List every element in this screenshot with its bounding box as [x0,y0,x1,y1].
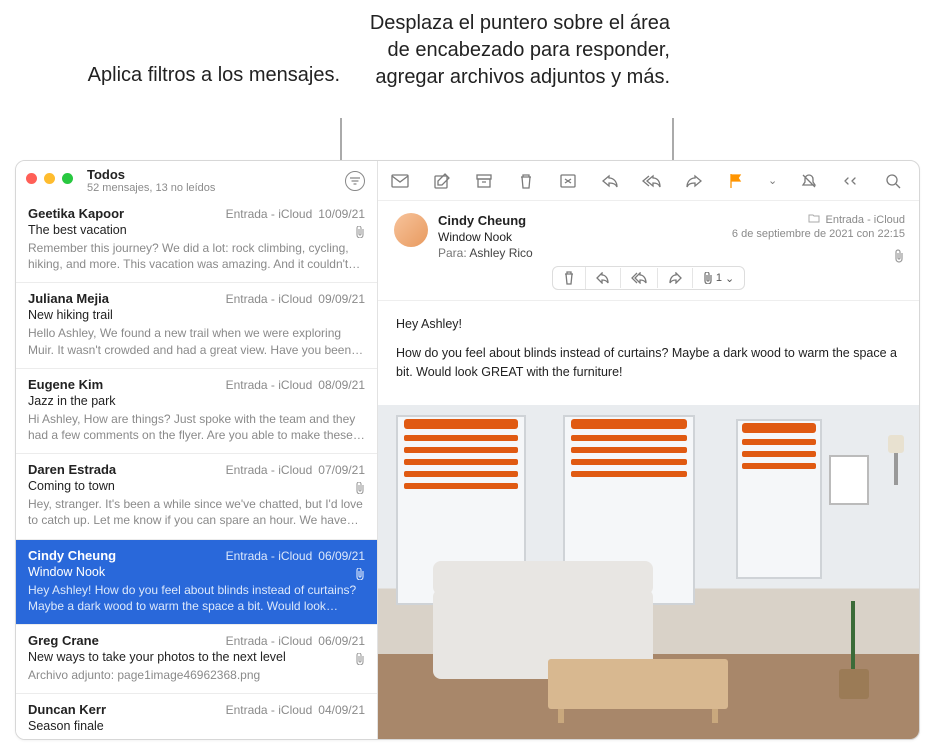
fullscreen-window-button[interactable] [62,173,73,184]
msg-preview: Hey Ashley! How do you feel about blinds… [28,582,365,614]
msg-mailbox: Entrada - iCloud [226,207,313,221]
mailbox-subtitle: 52 mensajes, 13 no leídos [87,182,215,194]
message-row[interactable]: Juliana Mejia Entrada - iCloud 09/09/21 N… [16,283,377,368]
archive-icon[interactable] [474,174,494,188]
msg-subject: Jazz in the park [28,394,365,408]
msg-preview: Hi Ashley, How are things? Just spoke wi… [28,411,365,443]
body-line-1: Hey Ashley! [396,315,901,334]
header-folder: Entrada - iCloud [826,214,906,226]
trash-icon[interactable] [516,173,536,189]
avatar [394,213,428,247]
callout-filter: Aplica filtros a los mensajes. [60,62,340,89]
paperclip-icon [355,482,365,497]
message-row[interactable]: Greg Crane Entrada - iCloud 06/09/21 New … [16,625,377,694]
msg-subject: The best vacation [28,223,365,237]
callout-header: Desplaza el puntero sobre el área de enc… [350,10,670,91]
message-row[interactable]: Eugene Kim Entrada - iCloud 08/09/21 Jazz… [16,369,377,454]
msg-mailbox: Entrada - iCloud [226,634,313,648]
msg-mailbox: Entrada - iCloud [226,703,313,717]
reply-icon[interactable] [600,174,620,188]
msg-mailbox: Entrada - iCloud [226,549,313,563]
paperclip-icon [355,226,365,241]
annotation-layer: Aplica filtros a los mensajes. Desplaza … [0,0,935,160]
msg-mailbox: Entrada - iCloud [226,463,313,477]
msg-mailbox: Entrada - iCloud [226,378,313,392]
paperclip-icon [355,568,365,583]
message-list-pane: Todos 52 mensajes, 13 no leídos Geetika … [16,161,378,739]
header-date: 6 de septiembre de 2021 con 22:15 [732,228,905,240]
msg-preview: Did you see the final episode last night… [28,736,365,739]
folder-icon [808,213,820,226]
body-line-2: How do you feel about blinds instead of … [396,344,901,382]
header-attachment-icon [893,249,905,266]
inline-image [378,405,919,739]
flag-icon[interactable] [726,173,746,189]
msg-mailbox: Entrada - iCloud [226,292,313,306]
msg-date: 04/09/21 [318,703,365,717]
msg-subject: Season finale [28,719,365,733]
ha-trash[interactable] [553,267,586,289]
reading-pane: ⌄ Cindy Cheung Window Nook Para: Ashley … [378,161,919,739]
toolbar: ⌄ [378,161,919,201]
window-controls [26,173,73,184]
to-name: Ashley Rico [469,246,532,260]
message-row[interactable]: Geetika Kapoor Entrada - iCloud10/09/21 … [16,198,377,283]
minimize-window-button[interactable] [44,173,55,184]
msg-preview: Remember this journey? We did a lot: roc… [28,240,365,272]
mute-icon[interactable] [799,173,819,189]
to-label: Para: [438,246,467,260]
flag-dropdown[interactable]: ⌄ [768,174,777,187]
msg-subject: Coming to town [28,479,365,493]
new-message-icon[interactable] [390,174,410,188]
more-icon[interactable] [841,176,861,186]
paperclip-icon [355,653,365,668]
msg-date: 06/09/21 [318,634,365,648]
close-window-button[interactable] [26,173,37,184]
reply-all-icon[interactable] [642,174,662,188]
ha-reply-all[interactable] [621,268,658,288]
junk-icon[interactable] [558,174,578,188]
compose-icon[interactable] [432,173,452,189]
mail-window: Todos 52 mensajes, 13 no leídos Geetika … [15,160,920,740]
ha-attach-count: 1 [716,272,722,284]
msg-from: Cindy Cheung [28,548,116,563]
ha-attachments[interactable]: 1⌄ [693,268,744,289]
message-row[interactable]: Duncan Kerr Entrada - iCloud 04/09/21 Sea… [16,694,377,739]
msg-date: 07/09/21 [318,463,365,477]
msg-from: Eugene Kim [28,377,103,392]
msg-from: Geetika Kapoor [28,206,124,221]
message-body: Hey Ashley! How do you feel about blinds… [378,301,919,405]
msg-from: Greg Crane [28,633,99,648]
msg-preview: Archivo adjunto: page1image46962368.png [28,667,365,683]
sidebar-header: Todos 52 mensajes, 13 no leídos [16,161,377,198]
msg-date: 09/09/21 [318,292,365,306]
header-hover-actions: 1⌄ [552,266,745,290]
message-row[interactable]: Daren Estrada Entrada - iCloud 07/09/21 C… [16,454,377,539]
search-icon[interactable] [883,173,903,189]
msg-date: 10/09/21 [318,207,365,221]
msg-subject: Window Nook [28,565,365,579]
msg-subject: New hiking trail [28,308,365,322]
msg-from: Duncan Kerr [28,702,106,717]
msg-subject: New ways to take your photos to the next… [28,650,365,664]
msg-from: Daren Estrada [28,462,116,477]
ha-reply[interactable] [586,268,621,288]
msg-preview: Hey, stranger. It's been a while since w… [28,496,365,528]
header-to: Para: Ashley Rico [438,246,903,260]
msg-preview: Hello Ashley, We found a new trail when … [28,325,365,357]
message-list[interactable]: Geetika Kapoor Entrada - iCloud10/09/21 … [16,198,377,739]
filter-button[interactable] [345,171,365,191]
message-row[interactable]: Cindy Cheung Entrada - iCloud 06/09/21 Wi… [16,540,377,625]
forward-icon[interactable] [684,174,704,188]
msg-date: 08/09/21 [318,378,365,392]
msg-date: 06/09/21 [318,549,365,563]
header-meta: Entrada - iCloud 6 de septiembre de 2021… [732,213,905,240]
msg-from: Juliana Mejia [28,291,109,306]
ha-forward[interactable] [658,268,693,288]
message-header: Cindy Cheung Window Nook Para: Ashley Ri… [378,201,919,301]
mailbox-title: Todos [87,167,215,182]
